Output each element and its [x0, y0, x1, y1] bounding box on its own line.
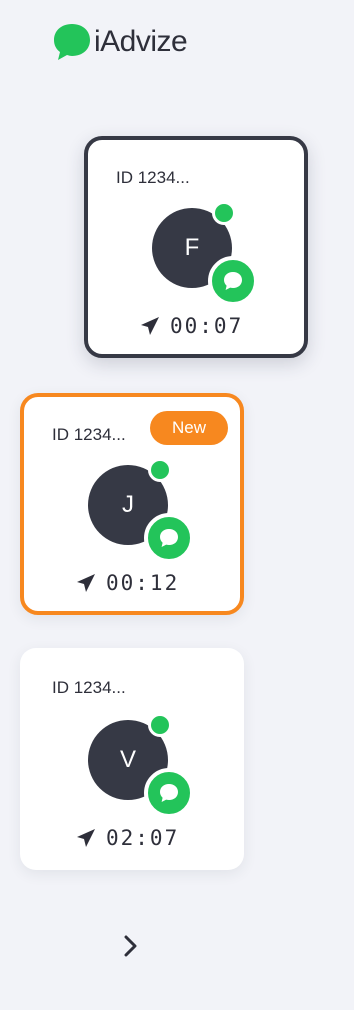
- timer-value: 02:07: [106, 826, 180, 850]
- conversation-id: ID 1234...: [52, 425, 126, 444]
- timer-value: 00:07: [170, 314, 244, 338]
- speech-bubble-logo-icon: [54, 24, 90, 60]
- next-button[interactable]: [116, 926, 148, 966]
- conversation-id: ID 1234...: [52, 678, 126, 697]
- conversation-timer: 02:07: [76, 826, 179, 850]
- avatar: J: [88, 458, 194, 563]
- online-status-dot: [212, 201, 236, 225]
- timer-value: 00:12: [106, 571, 180, 595]
- chat-channel-icon: [144, 768, 194, 818]
- online-status-dot: [148, 458, 172, 482]
- app-name: iAdvize: [94, 25, 188, 58]
- chevron-right-icon: [124, 935, 137, 957]
- conversation-timer: 00:07: [140, 314, 243, 338]
- conversation-timer: 00:12: [76, 571, 179, 595]
- conversation-card-1[interactable]: ID 1234... F 00:07: [84, 136, 308, 358]
- conversation-card-3[interactable]: ID 1234... V 02:07: [20, 648, 244, 870]
- paper-plane-icon: [141, 317, 159, 335]
- new-badge: New: [150, 411, 228, 445]
- conversation-card-2[interactable]: ID 1234... New J 00:12: [20, 393, 244, 615]
- avatar: F: [152, 201, 258, 306]
- paper-plane-icon: [77, 829, 95, 847]
- app-logo: iAdvize: [52, 22, 188, 62]
- chat-channel-icon: [144, 513, 194, 563]
- avatar: V: [88, 713, 194, 818]
- conversation-id: ID 1234...: [116, 168, 190, 187]
- online-status-dot: [148, 713, 172, 737]
- paper-plane-icon: [77, 574, 95, 592]
- chat-channel-icon: [208, 256, 258, 306]
